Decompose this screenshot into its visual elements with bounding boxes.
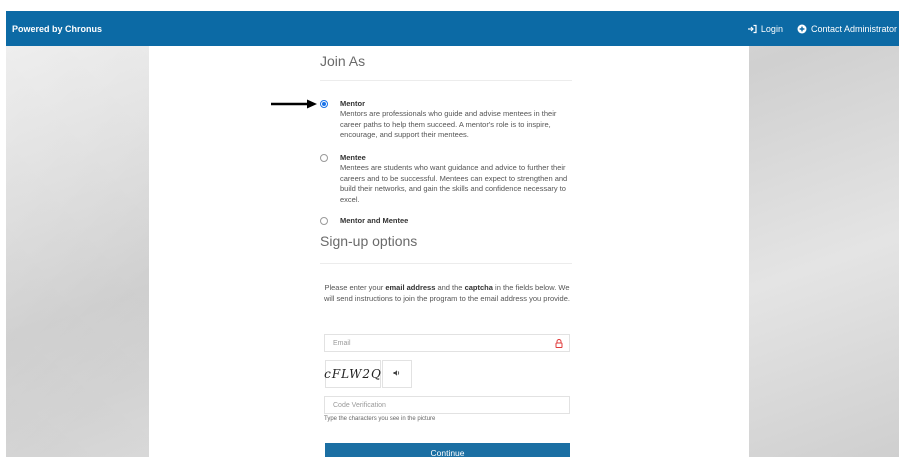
navbar: Powered by Chronus Login Contact Adminis…	[6, 11, 899, 46]
top-strip	[0, 0, 899, 11]
login-label: Login	[760, 23, 783, 34]
signup-divider	[320, 263, 572, 264]
required-lock-icon	[555, 339, 563, 348]
instructions-text-1: Please enter your	[324, 283, 386, 292]
contact-label: Contact Administrator	[810, 23, 897, 34]
continue-button[interactable]: Continue	[325, 443, 570, 457]
mentee-label: Mentee	[340, 153, 366, 162]
brand-label[interactable]: Powered by Chronus	[6, 24, 102, 34]
code-verification-placeholder: Code Verification	[333, 401, 386, 409]
code-verification-input[interactable]: Code Verification	[324, 396, 570, 414]
nav-actions: Login Contact Administrator	[747, 24, 899, 34]
email-input[interactable]: Email	[324, 334, 570, 352]
login-link[interactable]: Login	[747, 24, 783, 34]
mentee-description: Mentees are students who want guidance a…	[340, 163, 568, 204]
radio-option-mentor[interactable]: Mentor Mentors are professionals who gui…	[320, 99, 570, 149]
instructions-text-2: and the	[435, 283, 465, 292]
mentee-radio[interactable]	[320, 154, 328, 162]
instructions-bold-captcha: captcha	[464, 283, 493, 292]
mentor-label: Mentor	[340, 99, 365, 108]
login-icon	[747, 24, 757, 34]
signup-instructions: Please enter your email address and the …	[322, 282, 572, 304]
email-placeholder: Email	[333, 339, 351, 347]
captcha-image: cFLW2Q	[324, 360, 381, 388]
join-as-title: Join As	[320, 53, 366, 69]
speaker-icon	[393, 369, 401, 379]
mentor-radio[interactable]	[320, 100, 328, 108]
mentor-and-mentee-label: Mentor and Mentee	[340, 216, 409, 225]
mentor-description: Mentors are professionals who guide and …	[340, 109, 557, 139]
captcha-hint: Type the characters you see in the pictu…	[324, 416, 436, 422]
radio-option-mentee[interactable]: Mentee Mentees are students who want gui…	[320, 153, 570, 208]
signup-title: Sign-up options	[320, 233, 418, 249]
plus-circle-icon	[797, 24, 807, 34]
mentor-and-mentee-radio[interactable]	[320, 217, 328, 225]
join-as-divider	[320, 80, 572, 81]
instructions-bold-email: email address	[385, 283, 436, 292]
contact-administrator-link[interactable]: Contact Administrator	[797, 24, 897, 34]
captcha-audio-button[interactable]	[382, 360, 412, 388]
radio-option-mentor-and-mentee[interactable]: Mentor and Mentee	[320, 216, 570, 228]
pointer-arrow	[271, 99, 317, 109]
